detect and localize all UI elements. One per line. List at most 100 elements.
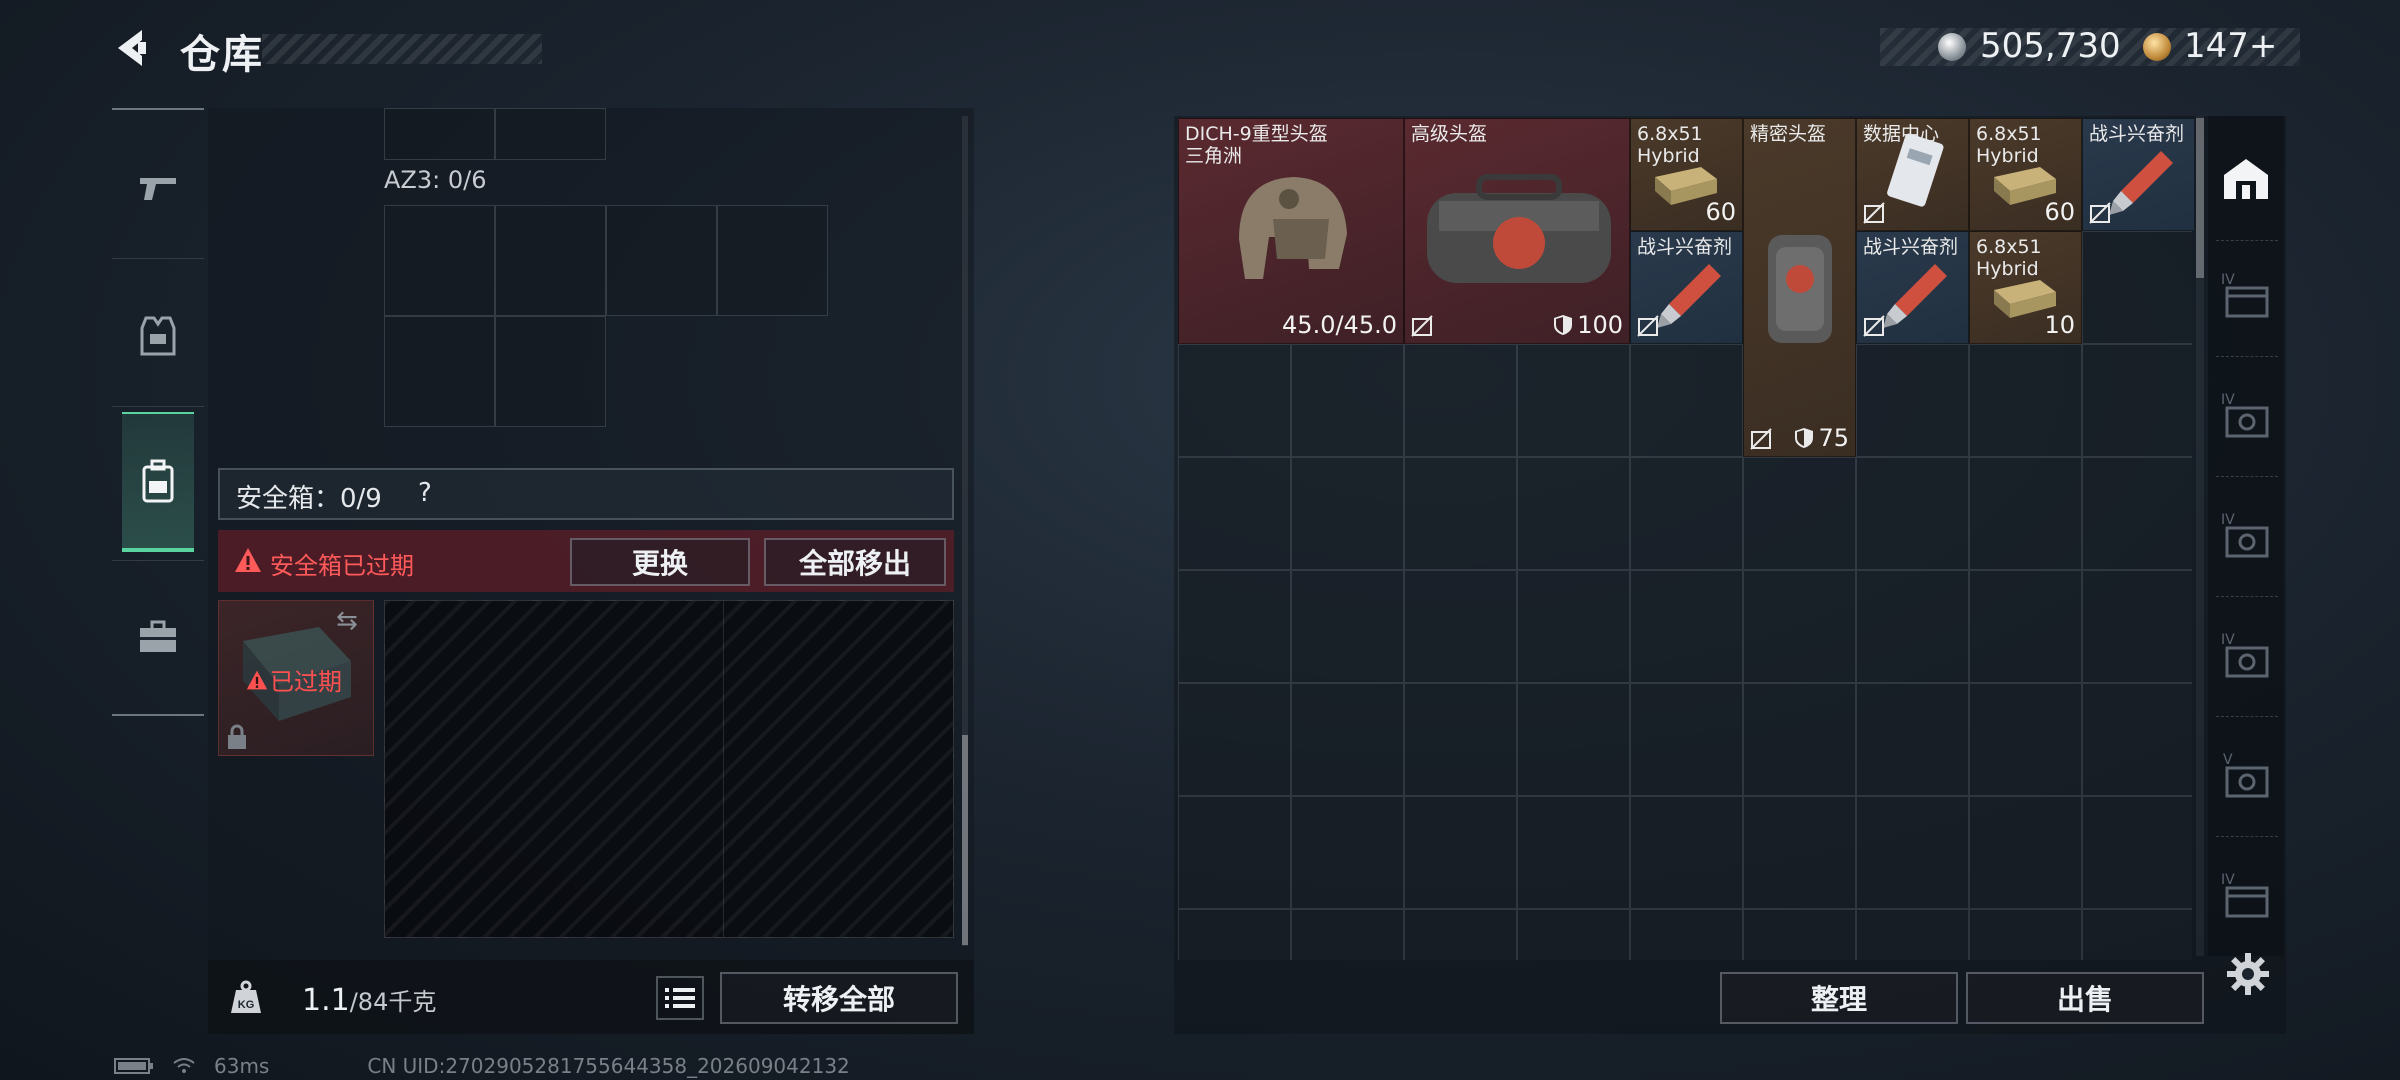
stash-cell[interactable] xyxy=(1969,909,2082,960)
loadout-slot[interactable] xyxy=(384,108,495,160)
stash-scroll-thumb[interactable] xyxy=(2196,118,2204,278)
tab-toolbox[interactable] xyxy=(112,566,204,706)
list-view-button[interactable] xyxy=(656,976,704,1020)
container-tab-iv-4[interactable]: IV xyxy=(2208,596,2284,714)
az3-slot[interactable] xyxy=(717,205,828,316)
stash-cell[interactable] xyxy=(1178,457,1291,570)
stash-cell[interactable] xyxy=(2082,344,2192,457)
stash-cell[interactable] xyxy=(1517,344,1630,457)
az3-slot[interactable] xyxy=(495,316,606,427)
az3-slot[interactable] xyxy=(384,316,495,427)
stash-cell[interactable] xyxy=(1517,457,1630,570)
stash-cell[interactable] xyxy=(1630,344,1743,457)
stash-item-ammo-6.8x51[interactable]: 6.8x51 Hybrid 60 xyxy=(1630,118,1743,231)
container-tab-v[interactable]: V xyxy=(2208,716,2284,834)
container-tab-iv-3[interactable]: IV xyxy=(2208,476,2284,594)
stash-cell[interactable] xyxy=(1856,457,1969,570)
replace-button[interactable]: 更换 xyxy=(570,538,750,586)
stash-cell[interactable] xyxy=(2082,683,2192,796)
az3-slot[interactable] xyxy=(606,205,717,316)
stash-cell[interactable] xyxy=(1178,344,1291,457)
stash-cell[interactable] xyxy=(1291,909,1404,960)
safebox-help-button[interactable]: ? xyxy=(418,478,432,508)
stash-cell[interactable] xyxy=(1404,683,1517,796)
silver-amount[interactable]: 505,730 xyxy=(1980,26,2121,66)
stash-cell[interactable] xyxy=(1178,570,1291,683)
stash-item-combat-stim[interactable]: 战斗兴奋剂 xyxy=(1856,231,1969,344)
transfer-all-button[interactable]: 转移全部 xyxy=(720,972,958,1024)
stash-cell[interactable] xyxy=(1291,683,1404,796)
container-tab-iv-1[interactable]: IV xyxy=(2208,236,2284,354)
stash-cell[interactable] xyxy=(1630,796,1743,909)
stash-cell[interactable] xyxy=(1856,344,1969,457)
stash-item-combat-stim[interactable]: 战斗兴奋剂 xyxy=(2082,118,2195,231)
move-all-out-button[interactable]: 全部移出 xyxy=(764,538,946,586)
stash-cell[interactable] xyxy=(1969,683,2082,796)
sell-button[interactable]: 出售 xyxy=(1966,972,2204,1024)
sort-button[interactable]: 整理 xyxy=(1720,972,1958,1024)
stash-cell[interactable] xyxy=(1969,570,2082,683)
stash-cell[interactable] xyxy=(1969,344,2082,457)
stash-cell[interactable] xyxy=(1743,570,1856,683)
loadout-slot[interactable] xyxy=(495,108,606,160)
stash-item-ammo-6.8x51[interactable]: 6.8x51 Hybrid 10 xyxy=(1969,231,2082,344)
loadout-scroll-thumb[interactable] xyxy=(962,735,968,945)
stash-cell[interactable] xyxy=(1291,344,1404,457)
container-tab-iv-5[interactable]: IV xyxy=(2208,836,2284,954)
stash-cell[interactable] xyxy=(1856,909,1969,960)
stash-item-ammo-6.8x51[interactable]: 6.8x51 Hybrid 60 xyxy=(1969,118,2082,231)
stash-cell[interactable] xyxy=(1743,909,1856,960)
stash-cell[interactable] xyxy=(2082,231,2192,344)
stash-cell[interactable] xyxy=(2082,570,2192,683)
stash-cell[interactable] xyxy=(1404,344,1517,457)
stash-item-data-center[interactable]: 数据中心 xyxy=(1856,118,1969,231)
stash-cell[interactable] xyxy=(1856,683,1969,796)
stash-item-dich9-helmet[interactable]: DICH-9重型头盔 三角洲 45.0/45.0 xyxy=(1178,118,1404,344)
stash-item-precision-helmet[interactable]: 精密头盔 75 xyxy=(1743,118,1856,457)
swap-icon[interactable]: ⇆ xyxy=(336,606,358,636)
stash-cell[interactable] xyxy=(1630,570,1743,683)
container-tab-stash[interactable] xyxy=(2208,120,2284,238)
back-button[interactable] xyxy=(108,24,158,72)
stash-cell[interactable] xyxy=(2082,457,2192,570)
stash-cell[interactable] xyxy=(1630,457,1743,570)
stash-cell[interactable] xyxy=(2082,909,2192,960)
stash-cell[interactable] xyxy=(1743,683,1856,796)
item-count: 10 xyxy=(2044,311,2075,339)
tab-weapons[interactable] xyxy=(112,118,204,258)
syringe-icon xyxy=(1883,264,1947,328)
stash-item-advanced-helmet[interactable]: 高级头盔 100 xyxy=(1404,118,1630,344)
warning-icon xyxy=(246,670,268,689)
stash-cell[interactable] xyxy=(1517,683,1630,796)
stash-cell[interactable] xyxy=(1856,570,1969,683)
settings-button[interactable] xyxy=(2226,952,2270,996)
stash-cell[interactable] xyxy=(1404,796,1517,909)
gold-amount[interactable]: 147+ xyxy=(2184,26,2277,66)
tab-backpack[interactable] xyxy=(122,412,194,552)
az3-slot[interactable] xyxy=(384,205,495,316)
stash-cell[interactable] xyxy=(1291,457,1404,570)
stash-cell[interactable] xyxy=(1517,909,1630,960)
stash-cell[interactable] xyxy=(1969,457,2082,570)
stash-cell[interactable] xyxy=(1178,683,1291,796)
stash-cell[interactable] xyxy=(1856,796,1969,909)
stash-cell[interactable] xyxy=(2082,796,2192,909)
container-tab-iv-2[interactable]: IV xyxy=(2208,356,2284,474)
stash-cell[interactable] xyxy=(1517,796,1630,909)
stash-cell[interactable] xyxy=(1630,909,1743,960)
stash-cell[interactable] xyxy=(1404,909,1517,960)
stash-item-combat-stim[interactable]: 战斗兴奋剂 xyxy=(1630,231,1743,344)
stash-cell[interactable] xyxy=(1291,570,1404,683)
stash-cell[interactable] xyxy=(1517,570,1630,683)
stash-cell[interactable] xyxy=(1178,796,1291,909)
stash-cell[interactable] xyxy=(1404,570,1517,683)
az3-slot[interactable] xyxy=(495,205,606,316)
stash-cell[interactable] xyxy=(1743,796,1856,909)
tab-armor[interactable] xyxy=(112,266,204,406)
stash-cell[interactable] xyxy=(1404,457,1517,570)
stash-cell[interactable] xyxy=(1743,457,1856,570)
stash-cell[interactable] xyxy=(1291,796,1404,909)
stash-cell[interactable] xyxy=(1178,909,1291,960)
stash-cell[interactable] xyxy=(1630,683,1743,796)
stash-cell[interactable] xyxy=(1969,796,2082,909)
